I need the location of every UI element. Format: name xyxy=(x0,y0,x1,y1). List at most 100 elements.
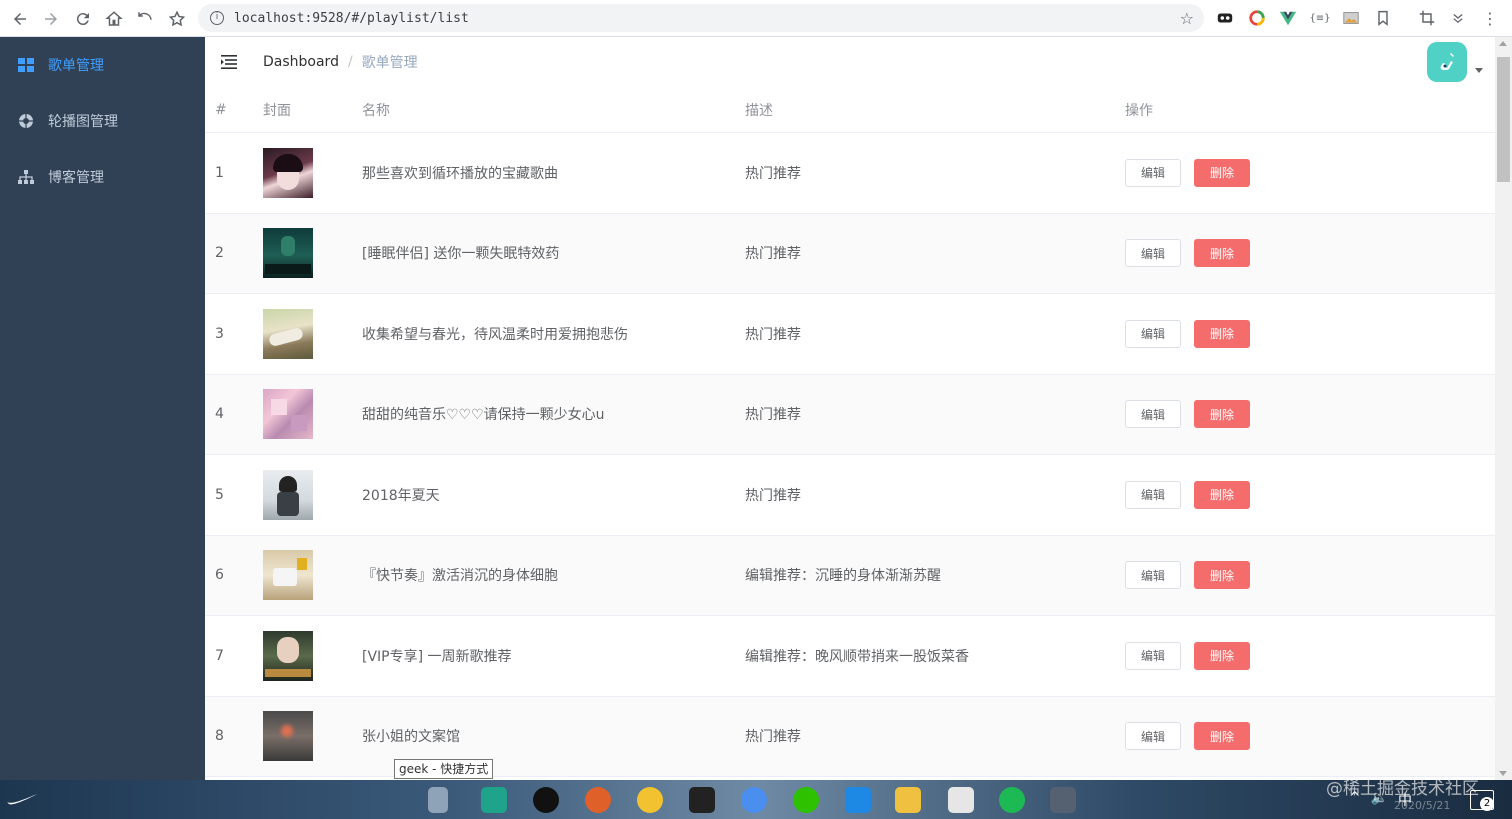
scroll-up-icon[interactable] xyxy=(1499,41,1507,46)
aperture-icon xyxy=(18,113,34,129)
qq-icon[interactable] xyxy=(533,787,559,813)
browser-toolbar: i localhost:9528/#/playlist/list ☆ {≡} ⋮ xyxy=(0,0,1512,37)
breadcrumb-current: 歌单管理 xyxy=(361,55,418,71)
playlist-cover xyxy=(263,630,313,681)
edit-button[interactable]: 编辑 xyxy=(1125,722,1182,751)
delete-button[interactable]: 删除 xyxy=(1194,319,1251,348)
taskbar-app-icon[interactable] xyxy=(481,787,507,813)
browser-menu-icon[interactable]: ⋮ xyxy=(1479,7,1501,29)
edit-button[interactable]: 编辑 xyxy=(1125,561,1182,590)
playlist-name: 张小姐的文案馆 xyxy=(362,729,460,746)
crop-icon[interactable] xyxy=(1416,7,1438,29)
breadcrumb: Dashboard / 歌单管理 xyxy=(263,52,418,72)
breadcrumb-dashboard[interactable]: Dashboard xyxy=(263,54,339,70)
taskbar-app-icon[interactable] xyxy=(948,787,974,813)
reload-icon[interactable] xyxy=(67,3,98,34)
column-header-index: # xyxy=(215,101,227,118)
playlist-cover xyxy=(263,550,313,601)
extension-json-icon[interactable]: {≡} xyxy=(1309,7,1331,29)
playlist-cover xyxy=(263,469,313,520)
page-scrollbar[interactable] xyxy=(1495,37,1512,780)
delete-button[interactable]: 删除 xyxy=(1194,239,1251,268)
sidebar: 歌单管理 轮播图管理 博客管理 xyxy=(0,37,205,780)
taskbar: ^ 🔈 中 xyxy=(0,780,1512,819)
hamburger-icon[interactable] xyxy=(221,53,239,71)
table-row: 5 2018年夏天 热门推荐 编辑 删除 xyxy=(205,455,1495,536)
vscode-icon[interactable] xyxy=(845,787,871,813)
chrome-icon[interactable] xyxy=(741,787,767,813)
nike-swoosh-icon[interactable] xyxy=(6,792,38,806)
bookmarks-icon[interactable] xyxy=(1372,7,1394,29)
taskbar-app-icon[interactable] xyxy=(689,787,715,813)
site-info-icon[interactable]: i xyxy=(210,11,224,25)
taskbar-tooltip: geek - 快捷方式 xyxy=(394,759,494,779)
playlist-cover xyxy=(263,147,313,198)
playlist-desc: 热门推荐 xyxy=(745,326,801,343)
home-icon[interactable] xyxy=(98,3,129,34)
taskbar-app-icon[interactable] xyxy=(1050,787,1076,813)
table-row: 3 收集希望与春光，待风温柔时用爱拥抱悲伤 热门推荐 编辑 删除 xyxy=(205,294,1495,375)
row-index: 6 xyxy=(215,567,224,584)
taskbar-app-icon[interactable] xyxy=(637,787,663,813)
playlist-name: 收集希望与春光，待风温柔时用爱拥抱悲伤 xyxy=(362,326,628,343)
file-explorer-icon[interactable] xyxy=(895,787,921,813)
playlist-desc: 编辑推荐：沉睡的身体渐渐苏醒 xyxy=(745,568,941,585)
breadcrumb-separator: / xyxy=(347,54,353,70)
playlist-cover xyxy=(263,711,313,762)
wechat-icon[interactable] xyxy=(793,787,819,813)
delete-button[interactable]: 删除 xyxy=(1194,158,1251,187)
delete-button[interactable]: 删除 xyxy=(1194,641,1251,670)
column-header-desc: 描述 xyxy=(745,102,773,119)
extension-image-icon[interactable] xyxy=(1340,7,1362,29)
sidebar-item-label: 博客管理 xyxy=(48,170,104,186)
chevron-down-icon[interactable] xyxy=(1447,7,1469,29)
delete-button[interactable]: 删除 xyxy=(1194,480,1251,509)
playlist-name: [睡眠伴侣] 送你一颗失眠特效药 xyxy=(362,246,560,263)
scroll-thumb[interactable] xyxy=(1497,57,1510,182)
taskbar-app-icon[interactable] xyxy=(999,787,1025,813)
extension-mask-icon[interactable] xyxy=(1214,7,1236,29)
delete-button[interactable]: 删除 xyxy=(1194,722,1251,751)
row-index: 3 xyxy=(215,325,224,342)
sidebar-item-blog[interactable]: 博客管理 xyxy=(0,149,205,205)
sidebar-item-label: 歌单管理 xyxy=(48,58,104,74)
scroll-down-icon[interactable] xyxy=(1499,771,1507,776)
row-index: 1 xyxy=(215,164,224,181)
avatar[interactable] xyxy=(1427,42,1467,82)
column-header-ops: 操作 xyxy=(1125,102,1153,119)
taskbar-app-icon[interactable] xyxy=(585,787,611,813)
playlist-name: 那些喜欢到循环播放的宝藏歌曲 xyxy=(362,165,558,182)
row-index: 5 xyxy=(215,486,224,503)
edit-button[interactable]: 编辑 xyxy=(1125,641,1182,670)
edit-button[interactable]: 编辑 xyxy=(1125,480,1182,509)
bookmark-star-icon[interactable] xyxy=(161,3,192,34)
extension-vue-icon[interactable] xyxy=(1277,7,1299,29)
navbar: Dashboard / 歌单管理 xyxy=(205,37,1495,87)
bookmark-page-icon[interactable]: ☆ xyxy=(1180,9,1194,28)
back-icon[interactable] xyxy=(4,3,35,34)
edit-button[interactable]: 编辑 xyxy=(1125,158,1182,187)
extension-color-icon[interactable] xyxy=(1246,7,1268,29)
row-index: 7 xyxy=(215,647,224,664)
caret-down-icon[interactable] xyxy=(1475,68,1483,73)
sidebar-item-swiper[interactable]: 轮播图管理 xyxy=(0,93,205,149)
taskbar-app-icon[interactable] xyxy=(428,787,448,813)
undo-icon[interactable] xyxy=(129,3,160,34)
forward-icon[interactable] xyxy=(35,3,66,34)
edit-button[interactable]: 编辑 xyxy=(1125,319,1182,348)
playlist-cover xyxy=(263,308,313,359)
table-row: 7 [VIP专享] 一周新歌推荐 编辑推荐：晚风顺带捎来一股饭菜香 编辑 删除 xyxy=(205,616,1495,697)
sidebar-item-playlist[interactable]: 歌单管理 xyxy=(0,37,205,93)
notification-count: 2 xyxy=(1480,797,1494,811)
edit-button[interactable]: 编辑 xyxy=(1125,239,1182,268)
address-bar[interactable]: i localhost:9528/#/playlist/list ☆ xyxy=(198,4,1204,32)
delete-button[interactable]: 删除 xyxy=(1194,561,1251,590)
playlist-table: # 封面 名称 描述 操作 1 那些喜欢到循环播放的宝藏歌曲 热门推荐 编辑 删除… xyxy=(205,87,1495,777)
playlist-desc: 热门推荐 xyxy=(745,487,801,504)
playlist-desc: 热门推荐 xyxy=(745,165,801,182)
column-header-name: 名称 xyxy=(362,102,390,119)
edit-button[interactable]: 编辑 xyxy=(1125,400,1182,429)
playlist-desc: 热门推荐 xyxy=(745,407,801,424)
grid-icon xyxy=(18,57,34,73)
delete-button[interactable]: 删除 xyxy=(1194,400,1251,429)
